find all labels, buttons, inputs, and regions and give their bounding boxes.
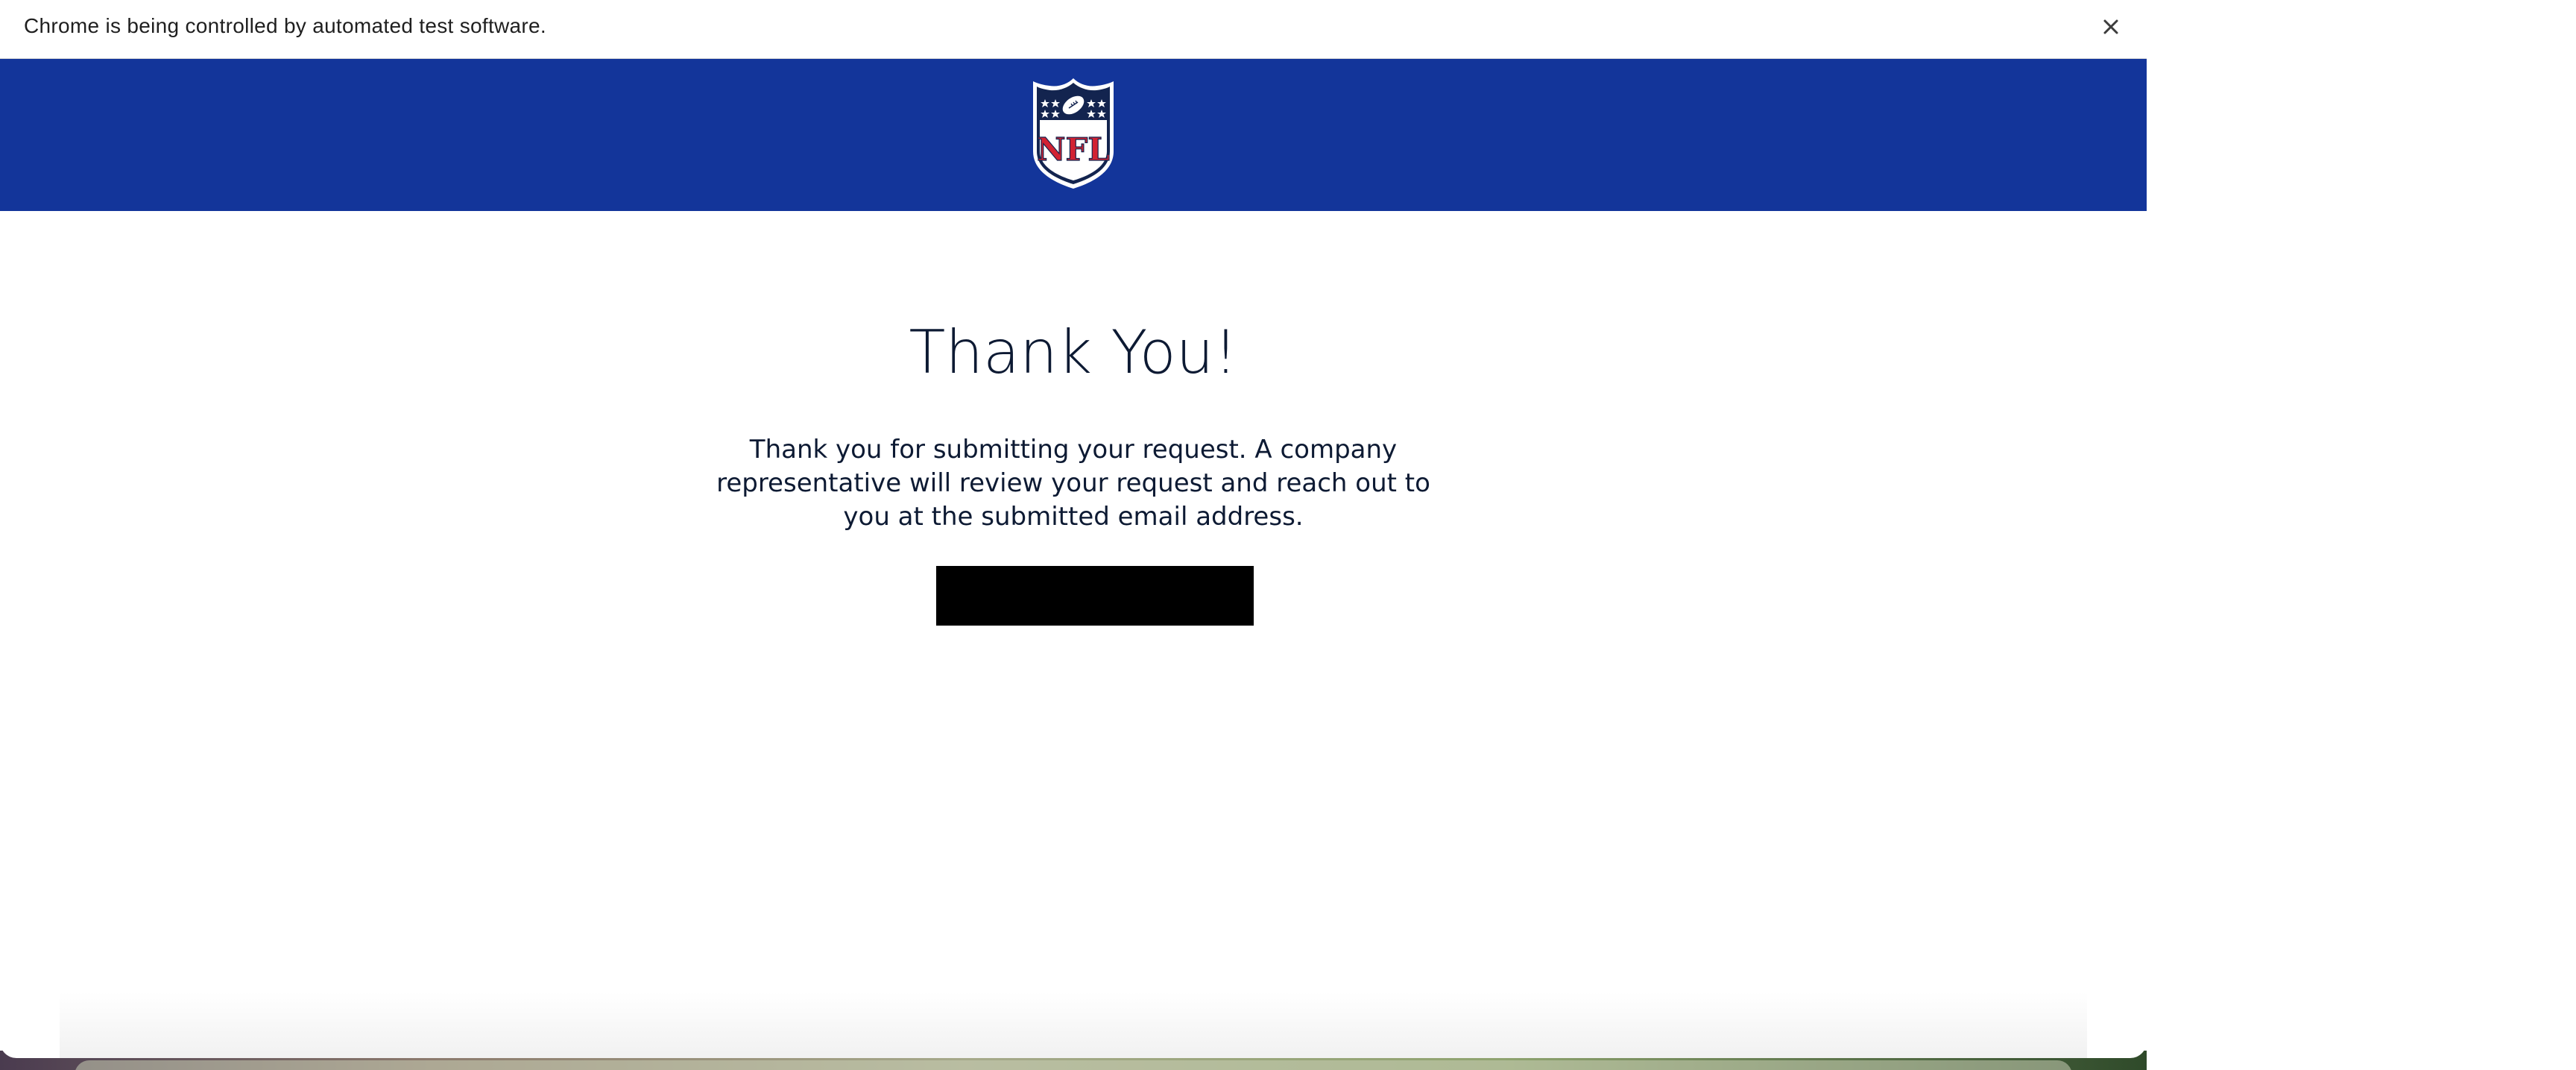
confirmation-message: Thank you for submitting your request. A… [716,435,1430,532]
dock [75,1060,2072,1070]
automation-infobar: Chrome is being controlled by automated … [0,0,2147,59]
desktop-background [2147,0,2576,1070]
confirmation-content: Thank You! Thank you for submitting your… [0,211,2147,1031]
page-title: Thank You! [909,318,1238,387]
close-icon[interactable] [2094,10,2127,43]
redacted-block [936,566,1254,626]
browser-window: Chrome is being controlled by automated … [0,0,2147,1058]
screen: Chrome is being controlled by automated … [0,0,2576,1070]
nfl-logo-text: NFL [1037,131,1110,168]
site-header: NFL [0,59,2147,211]
nfl-shield-logo[interactable]: NFL [1029,77,1118,190]
infobar-message: Chrome is being controlled by automated … [24,14,546,37]
